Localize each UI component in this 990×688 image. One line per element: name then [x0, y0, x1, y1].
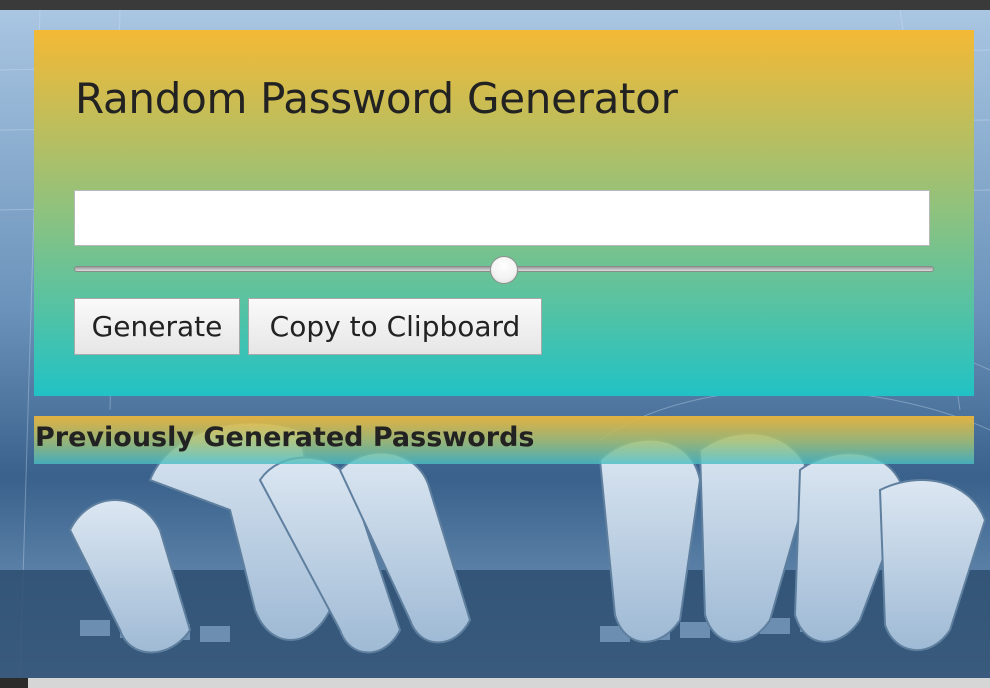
history-section: Previously Generated Passwords [34, 416, 974, 464]
generator-card: Random Password Generator Generate Copy … [34, 30, 974, 396]
password-output-field[interactable] [74, 190, 930, 246]
length-slider[interactable] [74, 256, 934, 284]
window-bottom-edge [28, 678, 990, 688]
history-heading: Previously Generated Passwords [35, 422, 535, 453]
copy-to-clipboard-button[interactable]: Copy to Clipboard [248, 298, 542, 355]
page-viewport: Random Password Generator Generate Copy … [0, 10, 990, 678]
slider-thumb[interactable] [490, 256, 518, 284]
window-top-edge [0, 0, 990, 10]
generate-button[interactable]: Generate [74, 298, 240, 355]
page-title: Random Password Generator [75, 74, 678, 123]
